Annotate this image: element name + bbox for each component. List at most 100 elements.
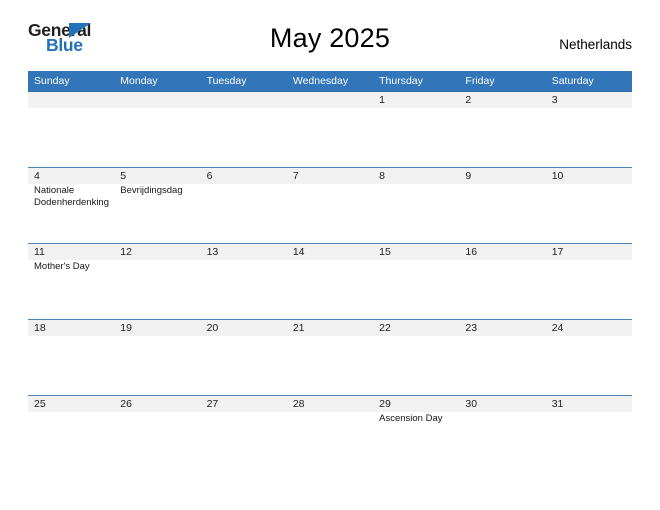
- calendar-day-cell[interactable]: 19: [114, 319, 201, 396]
- day-cell-inner: [200, 92, 287, 167]
- calendar-day-cell[interactable]: 20: [200, 319, 287, 396]
- calendar-day-cell[interactable]: 29 Ascension Day: [373, 395, 460, 471]
- day-number: [200, 92, 287, 108]
- day-number: 10: [545, 168, 632, 184]
- calendar-day-cell[interactable]: 27: [200, 395, 287, 471]
- day-number: 17: [545, 244, 632, 260]
- calendar-week-row: 18 19 20 21 22 23 24: [28, 319, 632, 396]
- calendar-week-row: 25 26 27 28 29 Ascension Day 30 31: [28, 395, 632, 471]
- day-number: 1: [373, 92, 460, 108]
- calendar-day-cell[interactable]: 6: [200, 167, 287, 244]
- day-number: 31: [545, 396, 632, 412]
- calendar-week-row: 123: [28, 91, 632, 168]
- day-cell-inner: 31: [545, 396, 632, 471]
- calendar-day-cell[interactable]: 26: [114, 395, 201, 471]
- calendar-day-cell[interactable]: 2: [459, 91, 546, 168]
- day-cell-inner: 9: [459, 168, 546, 243]
- day-number: 9: [459, 168, 546, 184]
- day-number: 19: [114, 320, 201, 336]
- country-label: Netherlands: [559, 37, 632, 52]
- calendar-day-cell[interactable]: 15: [373, 243, 460, 320]
- day-cell-inner: 27: [200, 396, 287, 471]
- day-number: [286, 92, 374, 108]
- day-cell-inner: 25: [28, 396, 115, 471]
- calendar-day-cell[interactable]: 11 Mother's Day: [28, 243, 115, 320]
- calendar-day-cell[interactable]: 10: [545, 167, 632, 244]
- day-number: 3: [545, 92, 632, 108]
- calendar-day-cell[interactable]: 17: [545, 243, 632, 320]
- calendar-day-cell[interactable]: 16: [459, 243, 546, 320]
- day-number: 4: [28, 168, 115, 184]
- calendar-day-cell[interactable]: 14: [286, 243, 374, 320]
- calendar-week-row: 11 Mother's Day 12 13 14 15 16 17: [28, 243, 632, 320]
- day-cell-inner: 26: [114, 396, 201, 471]
- day-number: 25: [28, 396, 115, 412]
- calendar-day-cell[interactable]: 7: [286, 167, 374, 244]
- day-number: 2: [459, 92, 546, 108]
- day-cell-inner: 14: [286, 244, 374, 319]
- day-cell-inner: [28, 92, 115, 167]
- calendar-empty-cell: [286, 91, 374, 168]
- day-number: 24: [545, 320, 632, 336]
- calendar-empty-cell: [114, 91, 201, 168]
- day-cell-inner: 15: [373, 244, 460, 319]
- calendar-day-cell[interactable]: 13: [200, 243, 287, 320]
- calendar-day-cell[interactable]: 8: [373, 167, 460, 244]
- day-cell-inner: 4 Nationale Dodenherdenking: [28, 168, 115, 243]
- weekday-header-monday: Monday: [114, 71, 201, 92]
- weekday-header-sunday: Sunday: [28, 71, 115, 92]
- weekday-header-wednesday: Wednesday: [286, 71, 374, 92]
- day-number: 23: [459, 320, 546, 336]
- calendar-empty-cell: [28, 91, 115, 168]
- calendar-day-cell[interactable]: 28: [286, 395, 374, 471]
- day-events: Nationale Dodenherdenking: [28, 184, 114, 208]
- calendar-week-row: 4 Nationale Dodenherdenking 5 Bevrijdingsda…: [28, 167, 632, 244]
- calendar-day-cell[interactable]: 31: [545, 395, 632, 471]
- day-cell-inner: 13: [200, 244, 287, 319]
- calendar-day-cell[interactable]: 25: [28, 395, 115, 471]
- calendar-day-cell[interactable]: 18: [28, 319, 115, 396]
- weekday-header-friday: Friday: [459, 71, 546, 92]
- calendar-day-cell[interactable]: 24: [545, 319, 632, 396]
- day-cell-inner: 6: [200, 168, 287, 243]
- day-cell-inner: 8: [373, 168, 460, 243]
- day-cell-inner: 10: [545, 168, 632, 243]
- day-cell-inner: 20: [200, 320, 287, 395]
- day-number: 29: [373, 396, 460, 412]
- calendar-day-cell[interactable]: 12: [114, 243, 201, 320]
- day-number: 14: [286, 244, 374, 260]
- calendar-day-cell[interactable]: 21: [286, 319, 374, 396]
- calendar-day-cell[interactable]: 9: [459, 167, 546, 244]
- day-number: [28, 92, 115, 108]
- day-events: Bevrijdingsdag: [114, 184, 200, 197]
- day-cell-inner: 2: [459, 92, 546, 167]
- day-number: 26: [114, 396, 201, 412]
- day-number: 20: [200, 320, 287, 336]
- day-cell-inner: 29 Ascension Day: [373, 396, 460, 471]
- calendar-day-cell[interactable]: 3: [545, 91, 632, 168]
- holiday-label: Mother's Day: [34, 261, 90, 272]
- day-number: 28: [286, 396, 374, 412]
- day-cell-inner: 1: [373, 92, 460, 167]
- calendar-day-cell[interactable]: 22: [373, 319, 460, 396]
- month-calendar-table: Sunday Monday Tuesday Wednesday Thursday…: [28, 71, 632, 471]
- calendar-day-cell[interactable]: 4 Nationale Dodenherdenking: [28, 167, 115, 244]
- day-number: 11: [28, 244, 115, 260]
- weekday-header-thursday: Thursday: [373, 71, 460, 92]
- calendar-page: General Blue May 2025 Netherlands Sunday…: [0, 0, 660, 510]
- day-cell-inner: 12: [114, 244, 201, 319]
- holiday-label: Ascension Day: [379, 413, 443, 424]
- calendar-day-cell[interactable]: 1: [373, 91, 460, 168]
- day-number: 5: [114, 168, 201, 184]
- day-number: 21: [286, 320, 374, 336]
- holiday-label: Bevrijdingsdag: [120, 185, 183, 196]
- day-cell-inner: 19: [114, 320, 201, 395]
- calendar-day-cell[interactable]: 30: [459, 395, 546, 471]
- day-number: 7: [286, 168, 374, 184]
- calendar-day-cell[interactable]: 5 Bevrijdingsdag: [114, 167, 201, 244]
- weekday-header-saturday: Saturday: [545, 71, 632, 92]
- day-events: Mother's Day: [28, 260, 114, 273]
- calendar-day-cell[interactable]: 23: [459, 319, 546, 396]
- day-cell-inner: 3: [545, 92, 632, 167]
- day-cell-inner: 23: [459, 320, 546, 395]
